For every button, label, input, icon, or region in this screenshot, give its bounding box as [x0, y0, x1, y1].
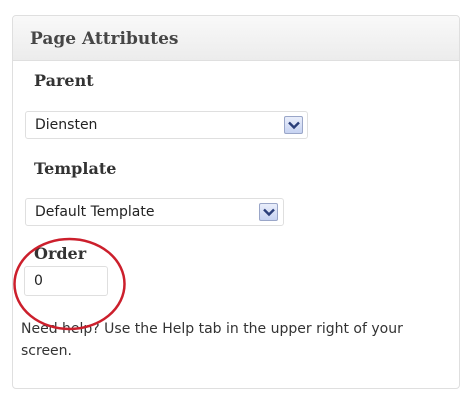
help-text: Need help? Use the Help tab in the upper… [21, 321, 403, 359]
parent-select[interactable]: Diensten [25, 111, 308, 139]
panel-title: Page Attributes [30, 29, 179, 49]
template-select-value: Default Template [35, 204, 155, 220]
parent-label: Parent [34, 71, 94, 90]
parent-select-value: Diensten [35, 117, 98, 133]
template-label: Template [34, 159, 117, 178]
panel-header[interactable]: Page Attributes [13, 16, 459, 61]
chevron-down-icon[interactable] [284, 116, 303, 134]
order-label: Order [34, 244, 87, 263]
chevron-down-icon[interactable] [259, 203, 278, 221]
order-input[interactable] [24, 266, 108, 296]
template-select[interactable]: Default Template [25, 198, 284, 226]
